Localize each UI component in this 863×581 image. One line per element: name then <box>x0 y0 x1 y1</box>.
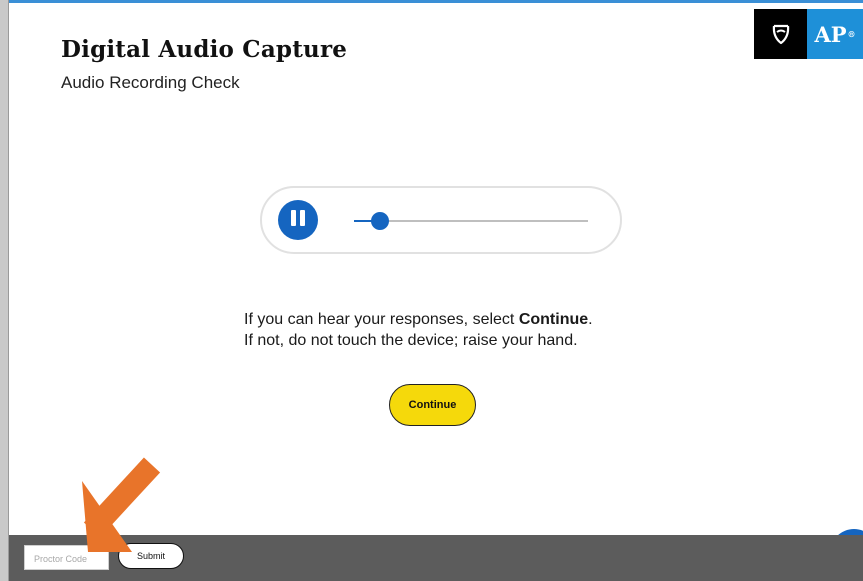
ap-logo-text: AP <box>814 21 847 47</box>
college-board-acorn-icon <box>754 9 807 59</box>
instruction-line-2: If not, do not touch the device; raise y… <box>244 332 578 349</box>
logo-block: AP ® <box>754 9 863 59</box>
pause-icon <box>289 209 307 231</box>
audio-progress-thumb[interactable] <box>370 212 389 230</box>
instruction-line-1: If you can hear your responses, select C… <box>244 311 593 328</box>
submit-button[interactable]: Submit <box>118 543 184 569</box>
instructions: If you can hear your responses, select C… <box>244 309 593 351</box>
pause-button[interactable] <box>278 200 318 240</box>
ap-logo: AP ® <box>807 9 863 59</box>
audio-player <box>260 186 622 254</box>
page-title: Digital Audio Capture <box>61 36 348 63</box>
proctor-code-input[interactable] <box>24 545 109 570</box>
ap-logo-mark: ® <box>847 29 856 39</box>
continue-button[interactable]: Continue <box>389 384 476 426</box>
window-left-edge <box>0 0 9 581</box>
continue-keyword: Continue <box>518 311 589 328</box>
top-accent-rule <box>9 0 863 3</box>
page-subtitle: Audio Recording Check <box>61 73 240 92</box>
audio-progress-track[interactable] <box>354 212 588 230</box>
proctor-toolbar: Submit <box>9 535 863 581</box>
